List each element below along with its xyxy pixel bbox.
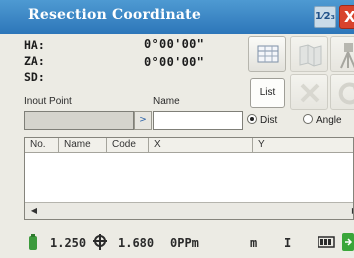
radio-angle[interactable]: Angle bbox=[303, 114, 342, 128]
prism-constant-value: 1.250 bbox=[50, 236, 87, 250]
scroll-left-button[interactable]: ◀ bbox=[26, 204, 42, 218]
list-button[interactable]: List bbox=[250, 78, 285, 108]
survey-icon bbox=[340, 43, 354, 69]
name-field[interactable] bbox=[153, 111, 243, 130]
battery-level-icon bbox=[318, 236, 335, 248]
map-icon bbox=[299, 44, 322, 67]
instrument-mark: I bbox=[284, 236, 292, 250]
target-prism-icon bbox=[93, 234, 107, 250]
col-x[interactable]: X bbox=[149, 138, 253, 153]
map-button[interactable] bbox=[290, 36, 328, 72]
input-point-label: Inout Point bbox=[24, 96, 72, 107]
survey-button[interactable] bbox=[330, 36, 354, 72]
input-point-field[interactable] bbox=[24, 111, 134, 130]
col-code[interactable]: Code bbox=[107, 138, 149, 153]
za-label: ZA: bbox=[24, 54, 45, 68]
target-height-value: 1.680 bbox=[118, 236, 155, 250]
refresh-button[interactable] bbox=[330, 74, 354, 110]
window-title: Resection Coordinate bbox=[28, 7, 201, 23]
name-label: Name bbox=[153, 96, 180, 107]
signal-status-icon bbox=[342, 233, 354, 251]
radio-dist-label: Dist bbox=[260, 115, 278, 126]
radio-dist-indicator bbox=[247, 114, 257, 124]
delete-icon bbox=[300, 83, 320, 103]
col-name[interactable]: Name bbox=[59, 138, 107, 153]
sd-label: SD: bbox=[24, 70, 45, 84]
ha-value: 0°00'00" bbox=[144, 37, 205, 51]
col-no[interactable]: No. bbox=[25, 138, 59, 153]
horizontal-scrollbar[interactable]: ◀ ▶ bbox=[25, 202, 353, 219]
title-bar: Resection Coordinate 1⁄2₃ X bbox=[0, 0, 354, 34]
battery-status-icon bbox=[29, 234, 37, 250]
points-table[interactable]: No. Name Code X Y ◀ ▶ bbox=[24, 137, 354, 220]
unit-value: m bbox=[250, 236, 258, 250]
radio-dist[interactable]: Dist bbox=[247, 114, 277, 128]
resection-coordinate-window: Resection Coordinate 1⁄2₃ X HA: 0°00'00"… bbox=[0, 0, 354, 258]
col-y[interactable]: Y bbox=[253, 138, 353, 153]
refresh-icon bbox=[338, 82, 354, 105]
table-icon bbox=[257, 45, 279, 63]
close-button[interactable]: X bbox=[339, 5, 354, 29]
point-select-button[interactable]: > bbox=[134, 111, 152, 130]
scroll-right-button[interactable]: ▶ bbox=[347, 204, 353, 218]
status-bar: 1.250 1.680 0PPm m I bbox=[0, 227, 354, 258]
delete-button[interactable] bbox=[290, 74, 328, 110]
za-value: 0°00'00" bbox=[144, 55, 205, 69]
ppm-value: 0PPm bbox=[170, 236, 199, 250]
keyboard-icon[interactable]: 1⁄2₃ bbox=[314, 6, 336, 28]
chevron-right-icon: > bbox=[139, 115, 147, 125]
radio-angle-indicator bbox=[303, 114, 313, 124]
table-header: No. Name Code X Y bbox=[25, 138, 353, 153]
radio-angle-label: Angle bbox=[316, 115, 342, 126]
ha-label: HA: bbox=[24, 38, 45, 52]
table-view-button[interactable] bbox=[248, 36, 286, 72]
